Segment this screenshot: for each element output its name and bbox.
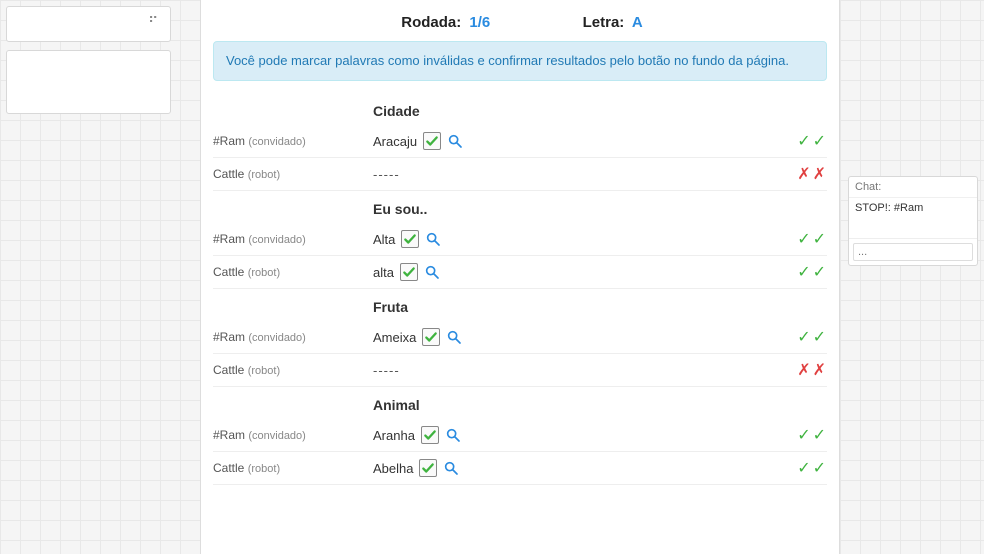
word-cell: Alta	[373, 230, 781, 248]
player-name: #Ram	[213, 232, 245, 246]
category-title: Eu sou..	[213, 197, 827, 223]
vote-marks: ✗✗	[781, 360, 827, 380]
vote-marks: ✗✗	[781, 164, 827, 184]
vote-marks: ✓✓	[781, 458, 827, 478]
player-role: (convidado)	[248, 136, 305, 148]
answer-row: Cattle (robot)-----✗✗	[213, 158, 827, 191]
word-cell: alta	[373, 263, 781, 281]
category: Eu sou..#Ram (convidado)Alta✓✓Cattle (ro…	[213, 197, 827, 289]
vote-marks: ✓✓	[781, 229, 827, 249]
vote-marks: ✓✓	[781, 131, 827, 151]
category: Animal#Ram (convidado)Aranha✓✓Cattle (ro…	[213, 393, 827, 485]
sidebar-box	[6, 50, 171, 114]
player-cell: Cattle (robot)	[213, 363, 373, 377]
chat-input-wrap	[849, 238, 977, 265]
valid-checkbox[interactable]	[419, 459, 437, 477]
player-role: (robot)	[248, 267, 280, 279]
answer-row: Cattle (robot)alta✓✓	[213, 256, 827, 289]
search-icon[interactable]	[446, 329, 462, 345]
search-icon[interactable]	[447, 133, 463, 149]
player-name: #Ram	[213, 330, 245, 344]
valid-checkbox[interactable]	[421, 426, 439, 444]
player-name: #Ram	[213, 134, 245, 148]
answer-word: -----	[373, 363, 400, 378]
vote-marks: ✓✓	[781, 262, 827, 282]
category: Cidade#Ram (convidado)Aracaju✓✓Cattle (r…	[213, 99, 827, 191]
valid-checkbox[interactable]	[400, 263, 418, 281]
chat-message: STOP!: #Ram	[855, 202, 971, 214]
player-role: (convidado)	[248, 234, 305, 246]
player-cell: #Ram (convidado)	[213, 428, 373, 442]
answer-row: #Ram (convidado)Ameixa✓✓	[213, 321, 827, 354]
player-role: (convidado)	[248, 430, 305, 442]
chat-title: Chat:	[849, 177, 977, 198]
letter-label: Letra:	[583, 14, 625, 31]
player-cell: #Ram (convidado)	[213, 232, 373, 246]
spinner-icon	[148, 17, 162, 31]
player-name: Cattle	[213, 167, 244, 181]
player-name: Cattle	[213, 461, 244, 475]
category-title: Cidade	[213, 99, 827, 125]
player-role: (robot)	[248, 463, 280, 475]
player-cell: #Ram (convidado)	[213, 134, 373, 148]
categories-container: Cidade#Ram (convidado)Aracaju✓✓Cattle (r…	[213, 99, 827, 485]
letter-value: A	[632, 14, 643, 31]
player-name: Cattle	[213, 265, 244, 279]
answer-word: -----	[373, 167, 400, 182]
player-cell: Cattle (robot)	[213, 167, 373, 181]
answer-row: Cattle (robot)-----✗✗	[213, 354, 827, 387]
category: Fruta#Ram (convidado)Ameixa✓✓Cattle (rob…	[213, 295, 827, 387]
valid-checkbox[interactable]	[401, 230, 419, 248]
player-name: #Ram	[213, 428, 245, 442]
word-cell: Abelha	[373, 459, 781, 477]
main-panel: Rodada: 1/6 Letra: A Você pode marcar pa…	[200, 0, 840, 554]
word-cell: -----	[373, 167, 781, 182]
answer-word: Aranha	[373, 428, 415, 443]
answer-word: alta	[373, 265, 394, 280]
left-sidebar	[6, 6, 171, 122]
round-header: Rodada: 1/6 Letra: A	[213, 8, 827, 41]
valid-checkbox[interactable]	[423, 132, 441, 150]
answer-row: #Ram (convidado)Aranha✓✓	[213, 419, 827, 452]
vote-marks: ✓✓	[781, 425, 827, 445]
player-name: Cattle	[213, 363, 244, 377]
answer-word: Aracaju	[373, 134, 417, 149]
player-cell: #Ram (convidado)	[213, 330, 373, 344]
chat-messages: STOP!: #Ram	[849, 198, 977, 238]
round-label: Rodada:	[401, 14, 461, 31]
word-cell: -----	[373, 363, 781, 378]
vote-marks: ✓✓	[781, 327, 827, 347]
player-cell: Cattle (robot)	[213, 265, 373, 279]
player-role: (robot)	[248, 365, 280, 377]
player-role: (convidado)	[248, 332, 305, 344]
answer-row: Cattle (robot)Abelha✓✓	[213, 452, 827, 485]
player-cell: Cattle (robot)	[213, 461, 373, 475]
info-message: Você pode marcar palavras como inválidas…	[213, 41, 827, 81]
search-icon[interactable]	[425, 231, 441, 247]
answer-word: Alta	[373, 232, 395, 247]
word-cell: Aranha	[373, 426, 781, 444]
category-title: Animal	[213, 393, 827, 419]
answer-row: #Ram (convidado)Aracaju✓✓	[213, 125, 827, 158]
loading-box	[6, 6, 171, 42]
answer-word: Abelha	[373, 461, 413, 476]
round-value: 1/6	[469, 14, 490, 31]
player-role: (robot)	[248, 169, 280, 181]
chat-input[interactable]	[853, 243, 973, 261]
chat-panel: Chat: STOP!: #Ram	[848, 176, 978, 266]
word-cell: Aracaju	[373, 132, 781, 150]
word-cell: Ameixa	[373, 328, 781, 346]
search-icon[interactable]	[443, 460, 459, 476]
search-icon[interactable]	[445, 427, 461, 443]
category-title: Fruta	[213, 295, 827, 321]
answer-row: #Ram (convidado)Alta✓✓	[213, 223, 827, 256]
answer-word: Ameixa	[373, 330, 416, 345]
search-icon[interactable]	[424, 264, 440, 280]
valid-checkbox[interactable]	[422, 328, 440, 346]
